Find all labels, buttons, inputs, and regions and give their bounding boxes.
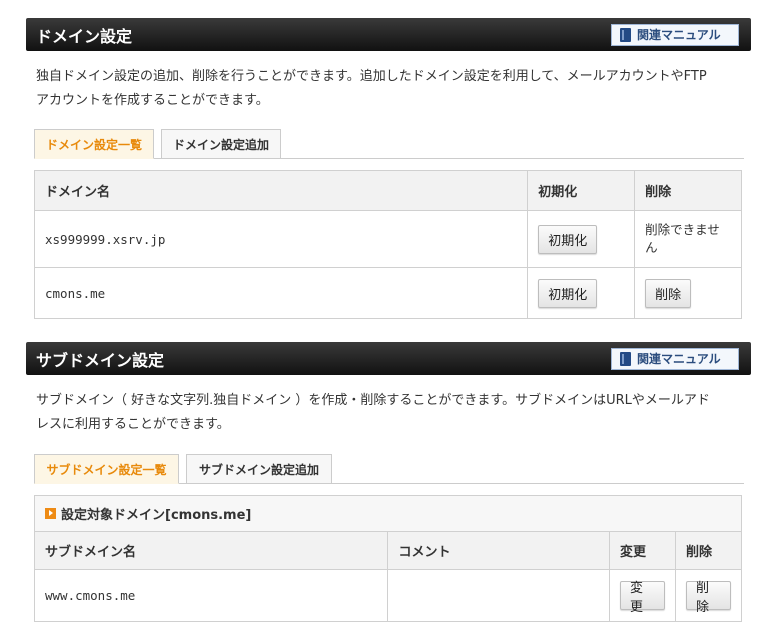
column-header-subdomain-name: サブドメイン名 — [33, 531, 389, 570]
tab-subdomain-add-label: サブドメイン設定追加 — [198, 462, 319, 477]
domain-manual-label: 関連マニュアル — [637, 28, 721, 42]
subdomain-settings-header: サブドメイン設定 関連マニュアル — [26, 342, 751, 375]
init-cell: 初期化 — [527, 210, 636, 268]
column-header-delete: 削除 — [675, 531, 742, 570]
change-cell: 変更 — [609, 569, 676, 622]
subdomain-description-line2: レスに利用することができます。 — [36, 417, 230, 432]
domain-table-header-row: ドメイン名 初期化 削除 — [33, 170, 742, 211]
subdomain-name-cell: www.cmons.me — [33, 569, 389, 622]
domain-settings-header: ドメイン設定 関連マニュアル — [26, 18, 751, 51]
change-button[interactable]: 変更 — [620, 581, 665, 615]
tab-domain-add-label: ドメイン設定追加 — [172, 137, 269, 152]
domain-description-line1: 独自ドメイン設定の追加、削除を行うことができます。追加したドメイン設定を利用して… — [36, 69, 707, 84]
domain-name-cell: xs999999.xsrv.jp — [33, 210, 529, 268]
table-row: www.cmons.me 変更 削除 — [33, 569, 742, 622]
table-row: xs999999.xsrv.jp 初期化 削除できませ ん — [33, 210, 742, 268]
tab-domain-list-label: ドメイン設定一覧 — [45, 137, 142, 152]
domain-tabs: ドメイン設定一覧 ドメイン設定追加 — [34, 129, 744, 159]
init-cell: 初期化 — [527, 267, 636, 319]
domain-table: ドメイン名 初期化 削除 xs999999.xsrv.jp 初期化 削除できませ… — [33, 170, 742, 319]
delete-cell: 削除できませ ん — [634, 210, 742, 268]
cannot-delete-text-line1: 削除できませ — [645, 222, 720, 237]
subdomain-description-line1: サブドメイン（ 好きな文字列.独自ドメイン ）を作成・削除することができます。サ… — [36, 393, 710, 408]
domain-description-line2: アカウントを作成することができます。 — [36, 93, 269, 108]
column-header-comment: コメント — [387, 531, 611, 570]
subdomain-settings-title: サブドメイン設定 — [36, 350, 165, 370]
delete-button[interactable]: 削除 — [645, 278, 692, 308]
subdomain-manual-button[interactable]: 関連マニュアル — [611, 347, 739, 370]
delete-button[interactable]: 削除 — [686, 581, 731, 615]
subdomain-manual-label: 関連マニュアル — [637, 352, 721, 366]
arrow-right-icon — [45, 508, 56, 519]
tab-domain-list[interactable]: ドメイン設定一覧 — [34, 129, 154, 159]
tab-domain-add[interactable]: ドメイン設定追加 — [161, 129, 281, 159]
tab-subdomain-list-label: サブドメイン設定一覧 — [46, 462, 167, 477]
subdomain-description: サブドメイン（ 好きな文字列.独自ドメイン ）を作成・削除することができます。サ… — [36, 389, 741, 437]
comment-cell — [387, 569, 611, 622]
tab-subdomain-list[interactable]: サブドメイン設定一覧 — [34, 454, 179, 484]
domain-manual-button[interactable]: 関連マニュアル — [611, 23, 739, 46]
subdomain-table-header-row: サブドメイン名 コメント 変更 削除 — [33, 531, 742, 570]
subdomain-tabs: サブドメイン設定一覧 サブドメイン設定追加 — [34, 454, 744, 484]
tab-subdomain-add[interactable]: サブドメイン設定追加 — [186, 454, 332, 484]
domain-description: 独自ドメイン設定の追加、削除を行うことができます。追加したドメイン設定を利用して… — [36, 65, 741, 113]
book-icon — [620, 351, 631, 366]
column-header-change: 変更 — [609, 531, 676, 570]
target-domain-label: 設定対象ドメイン[cmons.me] — [61, 508, 252, 523]
column-header-domain-name: ドメイン名 — [33, 170, 529, 211]
cannot-delete-text-line2: ん — [645, 240, 658, 255]
init-button[interactable]: 初期化 — [538, 224, 598, 254]
subdomain-table: サブドメイン名 コメント 変更 削除 www.cmons.me 変更 削除 — [33, 531, 742, 622]
book-icon — [620, 27, 631, 42]
table-row: cmons.me 初期化 削除 — [33, 267, 742, 319]
column-header-delete: 削除 — [634, 170, 742, 211]
domain-settings-title: ドメイン設定 — [36, 26, 133, 46]
target-domain-bar: 設定対象ドメイン[cmons.me] — [34, 495, 742, 531]
domain-settings-section: ドメイン設定 関連マニュアル — [26, 18, 751, 51]
init-button[interactable]: 初期化 — [538, 278, 598, 308]
column-header-init: 初期化 — [527, 170, 636, 211]
domain-name-cell: cmons.me — [33, 267, 529, 319]
delete-cell: 削除 — [634, 267, 742, 319]
subdomain-settings-section: サブドメイン設定 関連マニュアル — [26, 342, 751, 375]
delete-cell: 削除 — [675, 569, 742, 622]
